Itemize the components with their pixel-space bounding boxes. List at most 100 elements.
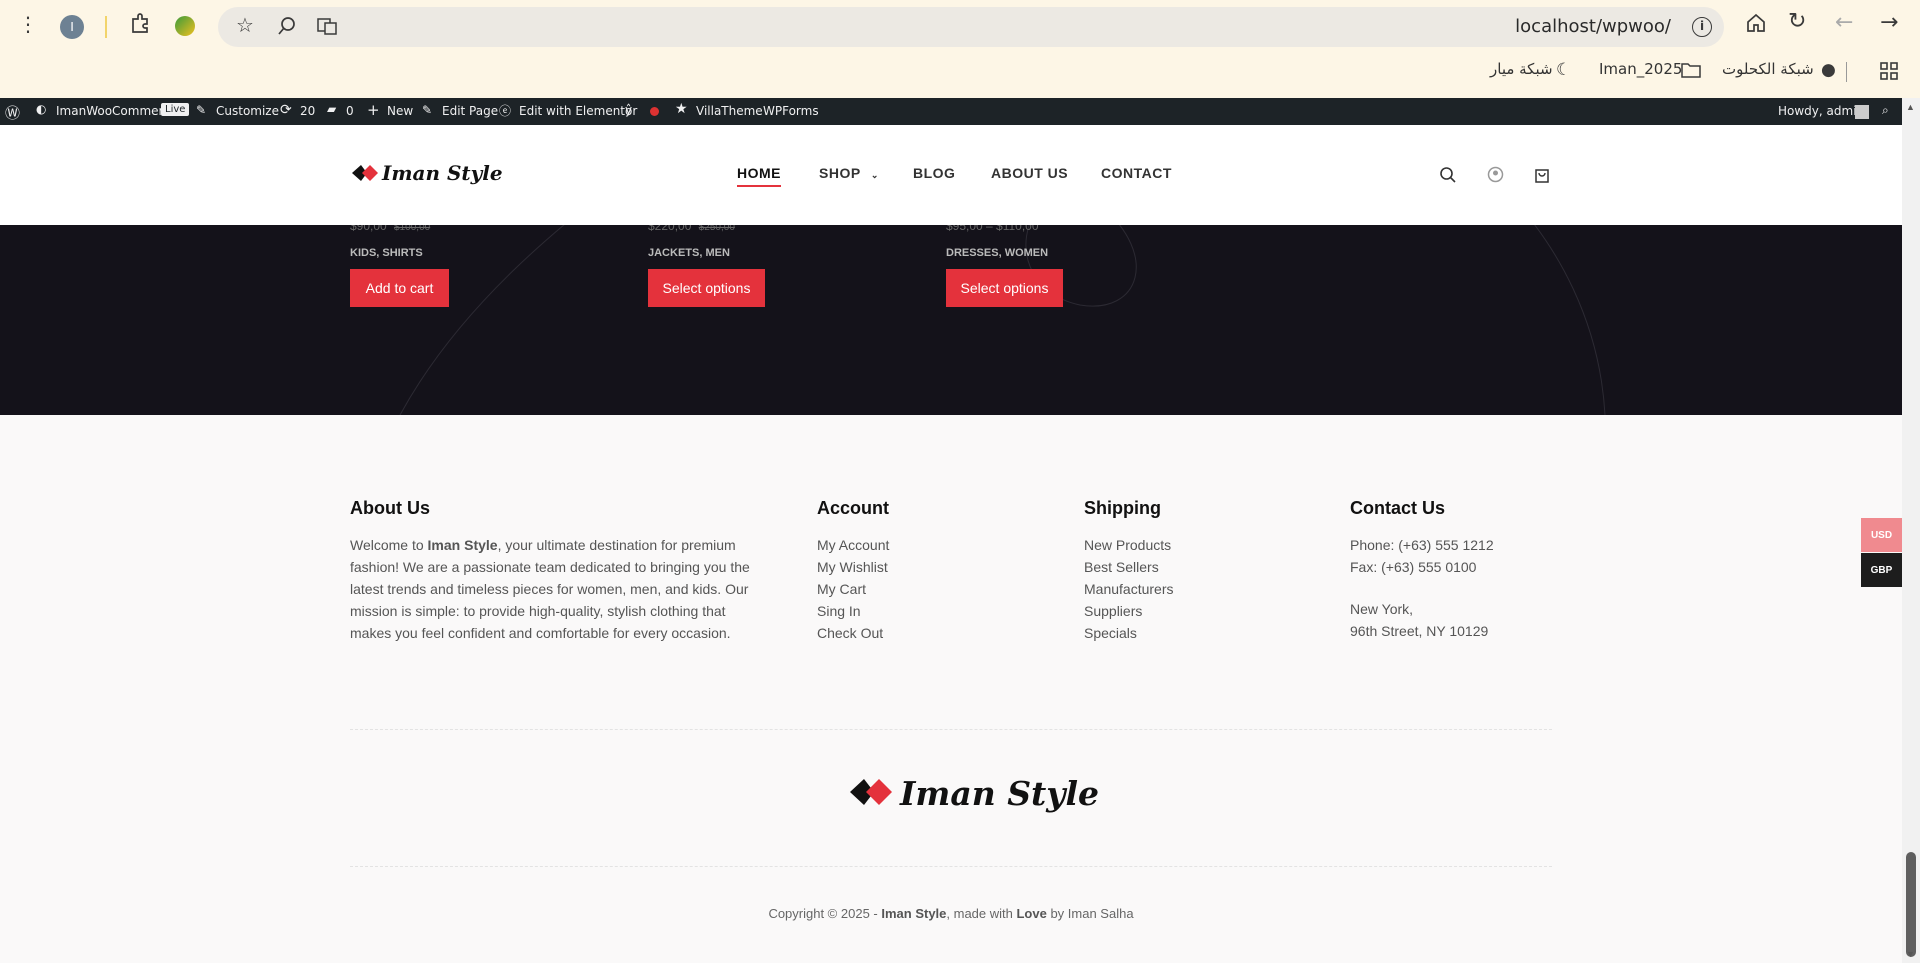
translate-icon[interactable] xyxy=(316,16,338,40)
footer-link[interactable]: Check Out xyxy=(817,625,883,641)
site-header: Iman Style HOME SHOP ⌄ BLOG ABOUT US CON… xyxy=(0,125,1902,225)
page-scrollbar[interactable]: ▲ ▼ xyxy=(1902,98,1920,963)
nav-shop[interactable]: SHOP ⌄ xyxy=(819,165,879,181)
footer-link[interactable]: Sing In xyxy=(817,603,861,619)
site-info-icon[interactable]: i xyxy=(1692,17,1712,37)
tag-link[interactable]: SHIRTS xyxy=(382,247,422,259)
copyright-brand: Iman Style xyxy=(881,906,947,921)
back-icon[interactable]: ← xyxy=(1835,10,1853,35)
contact-city: New York, xyxy=(1350,601,1414,617)
new-icon: + xyxy=(367,101,380,119)
nav-home[interactable]: HOME xyxy=(737,165,781,187)
tag-link[interactable]: JACKETS xyxy=(648,247,699,259)
copyright-suffix: by Iman Salha xyxy=(1046,906,1134,921)
wpforms-link[interactable]: WPForms xyxy=(763,104,819,118)
price-old: $250,00 xyxy=(698,225,735,233)
reload-icon[interactable]: ↻ xyxy=(1788,9,1806,34)
footer-link[interactable]: New Products xyxy=(1084,537,1171,553)
extension-globe-icon[interactable] xyxy=(175,16,195,36)
forward-icon[interactable]: → xyxy=(1880,10,1898,35)
elementor-link[interactable]: Edit with Elementor xyxy=(519,104,637,118)
select-options-button[interactable]: Select options xyxy=(946,269,1063,307)
products-section: $90,00 $100,00 KIDS, SHIRTS Add to cart … xyxy=(0,225,1902,415)
nav-blog[interactable]: BLOG xyxy=(913,165,955,181)
bookmark-2[interactable]: Iman_2025 xyxy=(1599,60,1682,78)
about-brand: Iman Style xyxy=(427,537,498,553)
nav-about[interactable]: ABOUT US xyxy=(991,165,1068,181)
copyright-prefix: Copyright © 2025 - xyxy=(768,906,882,921)
site-name[interactable]: ImanWooCommerce xyxy=(56,104,177,118)
yoast-icon[interactable]: ŷ xyxy=(625,103,632,117)
footer-link[interactable]: My Account xyxy=(817,537,889,553)
currency-gbp[interactable]: GBP xyxy=(1861,553,1902,587)
tag-link[interactable]: MEN xyxy=(705,247,729,259)
home-icon[interactable] xyxy=(1745,12,1767,38)
comments-count[interactable]: 0 xyxy=(346,104,354,118)
extensions-icon[interactable] xyxy=(128,12,152,36)
footer-link[interactable]: My Wishlist xyxy=(817,559,888,575)
url-text[interactable]: localhost/wpwoo/ xyxy=(1515,16,1671,37)
bookmark-1[interactable]: شبكة الكحلوت xyxy=(1722,60,1814,78)
site-logo[interactable]: Iman Style xyxy=(382,161,503,185)
scrollbar-thumb[interactable] xyxy=(1906,852,1916,957)
add-to-cart-button[interactable]: Add to cart xyxy=(350,269,449,307)
footer-link[interactable]: Suppliers xyxy=(1084,603,1142,619)
scroll-up-icon[interactable]: ▲ xyxy=(1906,102,1915,112)
folder-icon xyxy=(1681,62,1701,82)
logo-mark-icon[interactable] xyxy=(350,163,380,183)
globe-icon: ● xyxy=(1821,60,1836,80)
updates-count[interactable]: 20 xyxy=(300,104,315,118)
footer-logo-mark-icon[interactable] xyxy=(848,776,896,812)
admin-search-icon[interactable]: ⌕ xyxy=(1882,103,1889,118)
villatheme-link[interactable]: VillaTheme xyxy=(696,104,763,118)
footer-about-title: About Us xyxy=(350,498,430,518)
dashboard-icon: ◐ xyxy=(36,102,47,116)
address-bar[interactable]: ☆ localhost/wpwoo/ i xyxy=(218,7,1724,47)
footer-contact-title: Contact Us xyxy=(1350,498,1446,518)
star-icon[interactable]: ☆ xyxy=(236,13,254,37)
user-icon[interactable] xyxy=(1487,166,1504,183)
product-tags: JACKETS, MEN xyxy=(648,247,730,259)
admin-avatar[interactable] xyxy=(1855,105,1869,119)
customize-link[interactable]: Customize xyxy=(216,104,279,118)
product-tags: DRESSES, WOMEN xyxy=(946,247,1049,259)
tag-link[interactable]: KIDS xyxy=(350,247,376,259)
about-intro: Welcome to xyxy=(350,537,428,553)
product-price: $95,00 – $110,00 xyxy=(946,225,1039,233)
browser-chrome: ⋮ I ☆ localhost/wpwoo/ i ↻ ← → ● شبكة ال… xyxy=(0,0,1920,98)
menu-icon[interactable]: ⋮ xyxy=(18,12,38,36)
wordpress-icon[interactable]: Ⓦ xyxy=(5,102,20,123)
bookmark-3[interactable]: شبكة ميار xyxy=(1490,60,1553,78)
new-link[interactable]: New xyxy=(387,104,413,118)
footer-link[interactable]: My Cart xyxy=(817,581,866,597)
howdy-link[interactable]: Howdy, admin xyxy=(1778,104,1864,118)
price-old: $100,00 xyxy=(394,225,431,233)
bookmark-separator xyxy=(1846,62,1847,82)
product-price: $220,00 $250,00 xyxy=(648,225,735,233)
pencil-icon: ✎ xyxy=(422,103,433,117)
footer-link[interactable]: Specials xyxy=(1084,625,1137,641)
search-icon[interactable] xyxy=(1439,166,1457,184)
footer-link[interactable]: Manufacturers xyxy=(1084,581,1173,597)
scroll-down-icon[interactable]: ▼ xyxy=(1906,949,1915,959)
zoom-icon[interactable] xyxy=(277,16,297,40)
moon-icon: ☾ xyxy=(1556,60,1572,80)
tag-link[interactable]: WOMEN xyxy=(1005,247,1048,259)
footer-link[interactable]: Best Sellers xyxy=(1084,559,1159,575)
copyright-mid: , made with xyxy=(946,906,1017,921)
contact-fax: Fax: (+63) 555 0100 xyxy=(1350,559,1477,575)
cart-icon[interactable] xyxy=(1534,166,1550,183)
separator xyxy=(105,16,107,38)
product-price: $90,00 $100,00 xyxy=(350,225,430,233)
tag-link[interactable]: DRESSES xyxy=(946,247,999,259)
edit-page-link[interactable]: Edit Page xyxy=(442,104,498,118)
elementor-icon: ⓔ xyxy=(499,104,512,118)
apps-grid-icon[interactable] xyxy=(1880,62,1898,84)
select-options-button[interactable]: Select options xyxy=(648,269,765,307)
footer-account-title: Account xyxy=(817,498,889,518)
nav-contact[interactable]: CONTACT xyxy=(1101,165,1172,181)
footer-logo[interactable]: Iman Style xyxy=(900,774,1099,813)
profile-avatar[interactable]: I xyxy=(60,15,84,39)
villa-star-icon: ★ xyxy=(675,101,688,117)
currency-usd[interactable]: USD xyxy=(1861,518,1902,552)
